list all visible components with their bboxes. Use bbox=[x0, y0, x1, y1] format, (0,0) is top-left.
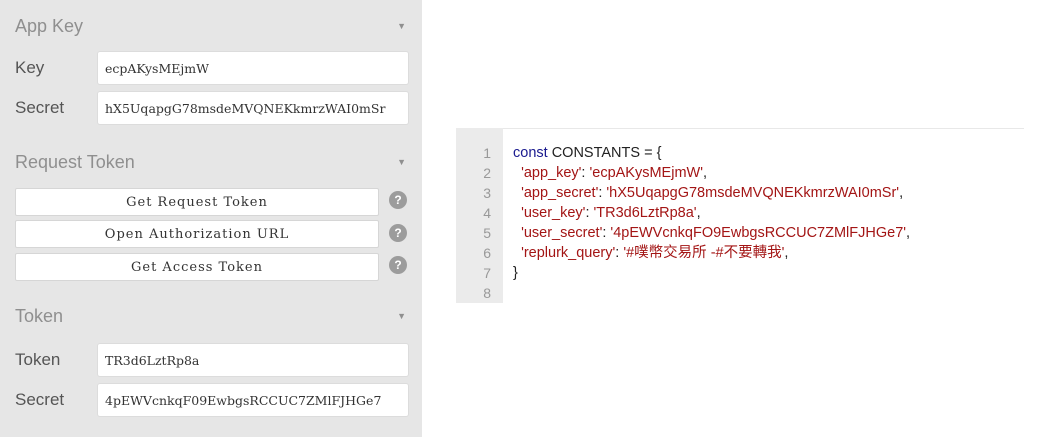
code-key: 'user_key' bbox=[521, 205, 586, 221]
get-request-token-button[interactable]: Get Request Token bbox=[15, 188, 379, 216]
code-sep: , bbox=[702, 165, 708, 181]
line-number: 2 bbox=[483, 165, 491, 181]
line-number: 6 bbox=[483, 245, 491, 261]
line-number-gutter: 1 2 3 4 5 6 7 8 bbox=[456, 128, 503, 303]
open-authorization-url-button[interactable]: Open Authorization URL bbox=[15, 220, 379, 248]
section-title-request-token: Request Token bbox=[15, 151, 135, 172]
token-label: Token bbox=[15, 350, 61, 369]
code-line: const CONSTANTS = { bbox=[513, 143, 910, 163]
code-key: 'app_key' bbox=[521, 165, 582, 181]
line-number: 4 bbox=[483, 205, 491, 221]
app-secret-label: Secret bbox=[15, 98, 65, 117]
section-title-token: Token bbox=[15, 305, 64, 326]
code-line: 'app_key': 'ecpAKysMEjmW', bbox=[521, 165, 708, 181]
help-icon[interactable]: ? bbox=[389, 224, 407, 242]
get-access-token-button[interactable]: Get Access Token bbox=[15, 253, 379, 281]
code-key: 'replurk_query' bbox=[521, 245, 616, 261]
line-number: 1 bbox=[483, 145, 491, 161]
collapse-caret-icon[interactable]: ▼ bbox=[397, 311, 406, 321]
code-sep: , bbox=[906, 225, 911, 241]
collapse-caret-icon[interactable]: ▼ bbox=[397, 157, 406, 167]
section-header-token[interactable]: Token ▼ bbox=[15, 304, 410, 328]
token-secret-label: Secret bbox=[15, 390, 65, 409]
code-sep: , bbox=[784, 245, 789, 261]
code-value: 'TR3d6LztRp8a' bbox=[593, 205, 697, 221]
line-number: 3 bbox=[483, 185, 491, 201]
code-line: } bbox=[513, 263, 910, 283]
app-secret-input[interactable] bbox=[97, 91, 409, 125]
code-content: const CONSTANTS = { 'app_key': 'ecpAKysM… bbox=[503, 128, 910, 303]
line-number: 8 bbox=[483, 285, 491, 301]
code-sep: , bbox=[696, 205, 701, 221]
line-number: 7 bbox=[483, 265, 491, 281]
help-icon[interactable]: ? bbox=[389, 256, 407, 274]
code-value: '#噗幣交易所 -#不要轉我' bbox=[623, 245, 785, 261]
code-line: 'user_secret': '4pEWVcnkqFO9EwbgsRCCUC7Z… bbox=[521, 225, 911, 241]
code-line: 'app_secret': 'hX5UqapgG78msdeMVQNEKkmrz… bbox=[521, 185, 904, 201]
code-line: 'user_key': 'TR3d6LztRp8a', bbox=[521, 205, 701, 221]
app-key-input[interactable] bbox=[97, 51, 409, 85]
code-value: 'hX5UqapgG78msdeMVQNEKkmrzWAI0mSr' bbox=[606, 185, 900, 201]
code-closing-brace: } bbox=[513, 265, 518, 281]
collapse-caret-icon[interactable]: ▼ bbox=[397, 21, 406, 31]
line-number: 5 bbox=[483, 225, 491, 241]
code-viewer[interactable]: 1 2 3 4 5 6 7 8 const CONSTANTS = { 'app… bbox=[456, 128, 1024, 303]
settings-panel: App Key ▼ Key Secret Request Token ▼ Get… bbox=[0, 0, 422, 437]
app-key-label: Key bbox=[15, 58, 45, 77]
code-text: CONSTANTS = { bbox=[547, 145, 662, 161]
code-sep: , bbox=[899, 185, 904, 201]
section-title-app-key: App Key bbox=[15, 15, 84, 36]
help-icon[interactable]: ? bbox=[389, 191, 407, 209]
code-key: 'user_secret' bbox=[521, 225, 603, 241]
section-header-app-key[interactable]: App Key ▼ bbox=[15, 14, 410, 38]
code-keyword: const bbox=[513, 145, 548, 161]
code-key: 'app_secret' bbox=[521, 185, 599, 201]
token-input[interactable] bbox=[97, 343, 409, 377]
code-value: '4pEWVcnkqFO9EwbgsRCCUC7ZMlFJHGe7' bbox=[610, 225, 907, 241]
code-value: 'ecpAKysMEjmW' bbox=[589, 165, 703, 181]
code-line: 'replurk_query': '#噗幣交易所 -#不要轉我', bbox=[521, 245, 789, 261]
token-secret-input[interactable] bbox=[97, 383, 409, 417]
section-header-request-token[interactable]: Request Token ▼ bbox=[15, 150, 410, 174]
